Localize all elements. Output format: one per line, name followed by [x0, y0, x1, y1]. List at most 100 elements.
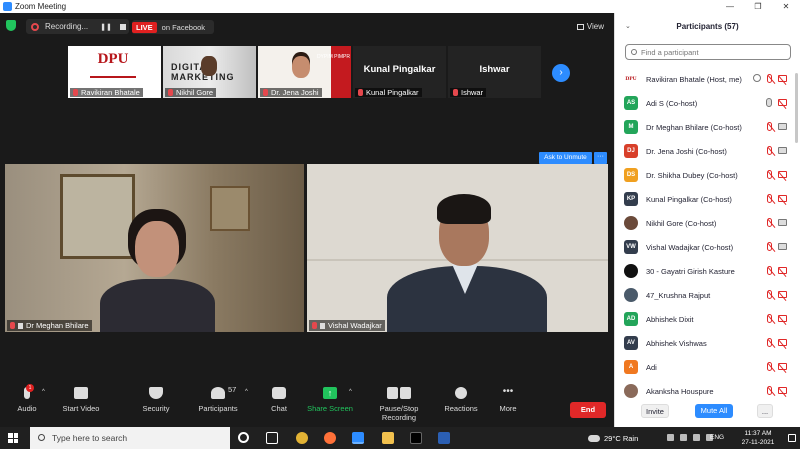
participant-name: Nikhil Gore (Co-host) [646, 218, 717, 228]
onedrive-icon[interactable] [680, 434, 687, 441]
participant-row[interactable]: VW Vishal Wadajkar (Co-host) [615, 235, 800, 259]
video-camera-icon [778, 243, 787, 250]
ask-to-unmute-button[interactable]: Ask to Unmute [539, 152, 592, 164]
recording-indicator: Recording... ❚❚ [26, 19, 129, 34]
minimize-button[interactable]: — [716, 0, 744, 13]
participant-name: 30 - Gayatri Girish Kasture [646, 266, 735, 276]
notifications-icon[interactable] [788, 434, 796, 442]
thumbnail-ravikiran[interactable]: DPU Ravikiran Bhatale [68, 46, 161, 98]
thumbnail-nikhil[interactable]: DIGITAL MARKETING Nikhil Gore [163, 46, 256, 98]
chat-button[interactable]: Chat [268, 387, 290, 413]
participant-avatar: DS [624, 168, 638, 182]
tray-up-arrow-icon[interactable] [667, 434, 674, 441]
security-shield-icon[interactable] [6, 20, 16, 31]
participant-row[interactable]: 30 - Gayatri Girish Kasture [615, 259, 800, 283]
next-page-arrow-icon[interactable]: › [552, 64, 570, 82]
weather-widget[interactable]: 29°C Rain [588, 427, 638, 449]
task-view-icon[interactable] [266, 432, 278, 444]
windows-start-icon[interactable] [8, 433, 18, 443]
participant-row[interactable]: Akanksha Houspure [615, 379, 800, 403]
video-off-icon [778, 75, 787, 82]
audio-button[interactable]: 1 Audio [14, 384, 40, 413]
muted-mic-icon [767, 338, 772, 347]
participants-options-caret-icon[interactable]: ^ [245, 389, 248, 395]
share-screen-label: Share Screen [307, 404, 353, 413]
rain-cloud-icon [588, 434, 600, 442]
participant-list: DPU Ravikiran Bhatale (Host, me) AS Adi S (… [615, 67, 800, 403]
participant-row[interactable]: DPU Ravikiran Bhatale (Host, me) [615, 67, 800, 91]
participant-row[interactable]: AS Adi S (Co-host) [615, 91, 800, 115]
terminal-icon[interactable] [410, 432, 422, 444]
participant-row[interactable]: KP Kunal Pingalkar (Co-host) [615, 187, 800, 211]
participant-row[interactable]: AD Abhishek Dixit [615, 307, 800, 331]
participant-status-icons [767, 338, 787, 347]
participant-row[interactable]: DS Dr. Shikha Dubey (Co-host) [615, 163, 800, 187]
close-button[interactable]: ✕ [772, 0, 800, 13]
pause-recording-icon[interactable]: ❚❚ [100, 23, 112, 31]
participant-avatar: DPU [624, 72, 638, 86]
participant-row[interactable]: 47_Krushna Rajput [615, 283, 800, 307]
taskbar-search-input[interactable]: Type here to search [30, 427, 230, 449]
share-screen-button[interactable]: ↑ Share Screen [307, 387, 353, 413]
taskbar-clock[interactable]: 11:37 AM 27-11-2021 [733, 429, 783, 447]
more-button[interactable]: ••• More [496, 386, 520, 414]
start-video-button[interactable]: Start Video [60, 387, 102, 413]
participant-avatar [624, 288, 638, 302]
participant-status-icons [767, 386, 787, 395]
participant-search-input[interactable]: Find a participant [625, 44, 791, 60]
language-indicator[interactable]: ENG [710, 434, 724, 441]
view-button[interactable]: View [576, 22, 604, 31]
muted-mic-icon [263, 89, 268, 96]
participant-row[interactable]: AV Abhishek Vishwas [615, 331, 800, 355]
participant-name: Nikhil Gore [176, 88, 214, 97]
word-icon[interactable] [438, 432, 450, 444]
participant-row[interactable]: M Dr Meghan Bhilare (Co-host) [615, 115, 800, 139]
end-meeting-button[interactable]: End [570, 402, 606, 418]
participants-count: 57 [228, 385, 237, 394]
thumbnail-ishwar[interactable]: Ishwar Ishwar [448, 46, 541, 98]
participant-display-name: Ishwar [479, 64, 510, 75]
thumbnail-kunal[interactable]: Kunal Pingalkar Kunal Pingalkar [353, 46, 446, 98]
collapse-chevron-icon[interactable]: ⌄ [625, 13, 631, 41]
clock-time: 11:37 AM [744, 430, 772, 437]
search-icon [631, 49, 637, 55]
network-icon[interactable] [693, 434, 700, 441]
video-tile-vishal[interactable]: Vishal Wadajkar [307, 164, 608, 332]
reactions-button[interactable]: Reactions [444, 387, 478, 413]
participant-row[interactable]: A Adi [615, 355, 800, 379]
thumbnail-jena[interactable]: DYPIM PIMPR Dr. Jena Joshi [258, 46, 351, 98]
video-off-icon [778, 387, 787, 394]
window-title: Zoom Meeting [15, 2, 67, 11]
stop-recording-icon[interactable] [119, 23, 126, 30]
cortana-icon[interactable] [238, 432, 249, 443]
security-button[interactable]: Security [140, 387, 172, 413]
participant-name: Abhishek Vishwas [646, 338, 707, 348]
video-tile-meghan[interactable]: Dr Meghan Bhilare [5, 164, 304, 332]
more-dots-icon: ••• [502, 386, 514, 397]
thumbnail-strip: DPU Ravikiran Bhatale DIGITAL MARKETING … [68, 46, 541, 98]
video-name-tag: Dr Meghan Bhilare [7, 320, 92, 331]
audio-options-caret-icon[interactable]: ^ [42, 389, 45, 395]
participant-row[interactable]: Nikhil Gore (Co-host) [615, 211, 800, 235]
invite-button[interactable]: Invite [641, 404, 669, 418]
participant-row[interactable]: DJ Dr. Jena Joshi (Co-host) [615, 139, 800, 163]
zoom-logo-icon [3, 2, 12, 11]
zoom-taskbar-icon[interactable] [352, 432, 364, 444]
maximize-button[interactable]: ❐ [744, 0, 772, 13]
muted-mic-icon [767, 314, 772, 323]
microphone-icon [766, 98, 772, 107]
pause-stop-recording-button[interactable]: Pause/Stop Recording [362, 387, 436, 422]
share-options-caret-icon[interactable]: ^ [349, 389, 352, 395]
chrome-icon[interactable] [296, 432, 308, 444]
live-stream-indicator[interactable]: LIVE on Facebook [132, 20, 214, 34]
security-icon [149, 387, 163, 399]
muted-mic-icon [767, 170, 772, 179]
muted-mic-icon [767, 218, 772, 227]
video-more-options-button[interactable]: ··· [594, 152, 607, 164]
panel-more-button[interactable]: ... [757, 404, 773, 418]
panel-title: Participants (57) [676, 22, 739, 31]
file-explorer-icon[interactable] [382, 432, 394, 444]
firefox-icon[interactable] [324, 432, 336, 444]
participant-list-scrollbar[interactable] [795, 73, 798, 143]
mute-all-button[interactable]: Mute All [695, 404, 733, 418]
